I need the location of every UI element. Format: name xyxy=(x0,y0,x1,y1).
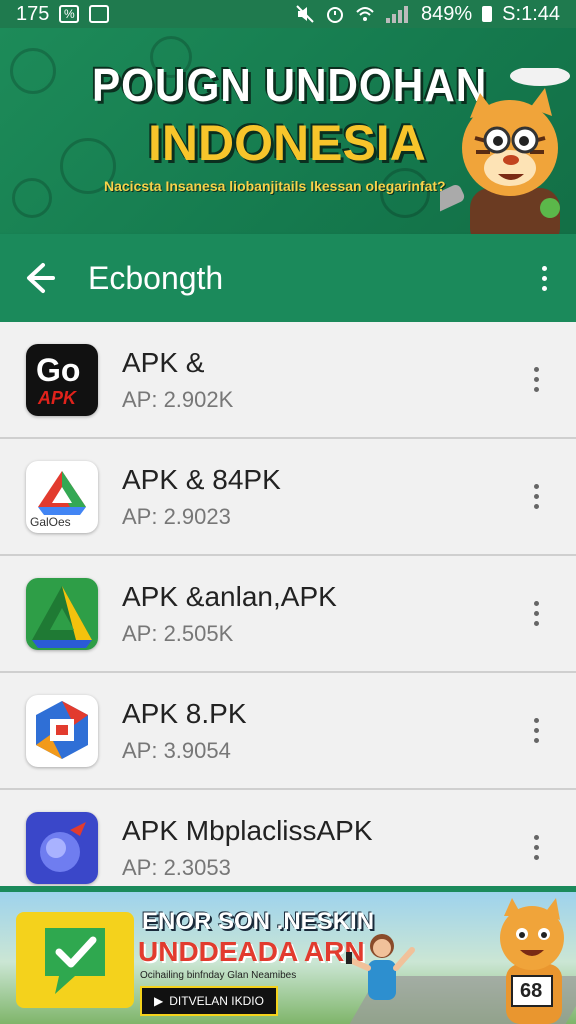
item-menu-button[interactable] xyxy=(524,477,548,517)
drive-triangle-icon xyxy=(26,577,98,650)
app-size: AP: 2.3053 xyxy=(122,854,231,880)
clock: S:1:44 xyxy=(502,2,560,25)
ad-banner[interactable]: ENOR SON .NESKIN UNDDEADA ARN Ocihailing… xyxy=(0,886,576,1024)
app-size: AP: 2.902K xyxy=(122,386,234,412)
ad-caption: Ocihailing binfnday Glan Neamibes xyxy=(140,970,297,981)
item-menu-button[interactable] xyxy=(524,828,548,868)
app-list: Go APK APK & AP: 2.902K GalOes APK & 84P… xyxy=(0,322,576,886)
tiger-mascot-icon xyxy=(440,68,570,234)
tiger-runner-icon xyxy=(500,898,564,1024)
ad-cta-label: DITVELAN IKDIO xyxy=(169,994,264,1008)
status-count: 175 xyxy=(16,2,50,25)
ad-logo xyxy=(16,912,134,1008)
app-name: APK &anlan,APK xyxy=(122,580,337,612)
ad-cta-button[interactable]: ▶ DITVELAN IKDIO xyxy=(140,986,278,1016)
list-item[interactable]: APK 8.PK AP: 3.9054 xyxy=(0,673,576,790)
app-name: APK & xyxy=(122,346,205,378)
list-item[interactable]: Go APK APK & AP: 2.902K xyxy=(0,322,576,439)
app-name: APK MbplaclissAPK xyxy=(122,814,373,846)
app-name: APK 8.PK xyxy=(122,697,247,729)
status-right: 849% S:1:44 xyxy=(295,3,560,26)
doodle-circle xyxy=(12,178,52,218)
list-item[interactable]: GalOes APK & 84PK AP: 2.9023 xyxy=(0,439,576,556)
overflow-menu-button[interactable] xyxy=(532,258,556,298)
signal-icon xyxy=(386,6,409,23)
doodle-circle xyxy=(10,48,56,94)
battery-icon xyxy=(482,6,493,22)
item-menu-button[interactable] xyxy=(524,711,548,751)
purple-planet-icon xyxy=(26,811,98,884)
back-button[interactable] xyxy=(20,258,60,298)
status-left: 175 % xyxy=(16,2,110,26)
wifi-icon xyxy=(356,7,374,21)
app-size: AP: 2.505K xyxy=(122,620,234,646)
app-bar: Ecbongth xyxy=(0,234,576,322)
back-arrow-icon xyxy=(27,263,55,293)
chat-check-icon xyxy=(45,928,105,994)
status-bar: 175 % 849% S:1:44 xyxy=(0,0,576,28)
page-title: Ecbongth xyxy=(88,259,224,296)
list-item[interactable]: APK &anlan,APK AP: 2.505K xyxy=(0,556,576,673)
promo-banner[interactable]: POUGN UNDOHAN INDONESIA Nacicsta Insanes… xyxy=(0,28,576,234)
go-apk-icon: Go APK xyxy=(26,343,98,416)
runner-girl-icon xyxy=(346,934,415,1000)
ad-top-band xyxy=(0,886,576,892)
percent-icon: % xyxy=(59,5,80,23)
alarm-icon xyxy=(327,7,344,23)
mute-icon xyxy=(296,5,314,23)
item-menu-button[interactable] xyxy=(524,594,548,634)
play-icon: ▶ xyxy=(154,994,164,1008)
screenshot-icon xyxy=(89,5,110,23)
app-size: AP: 3.9054 xyxy=(122,737,231,763)
battery-percent: 849% xyxy=(421,2,473,25)
item-menu-button[interactable] xyxy=(524,360,548,400)
app-name: APK & 84PK xyxy=(122,463,281,495)
race-bib-number: 68 xyxy=(520,980,543,1002)
colorful-hex-icon xyxy=(26,694,98,767)
app-size: AP: 2.9023 xyxy=(122,503,231,529)
galoes-icon: GalOes xyxy=(26,460,98,533)
ad-subheadline: UNDDEADA ARN xyxy=(138,936,365,967)
banner-tagline: Nacicsta Insanesa liobanjitails Ikessan … xyxy=(104,178,446,194)
list-item[interactable]: APK MbplaclissAPK AP: 2.3053 xyxy=(0,790,576,886)
banner-title: POUGN UNDOHAN xyxy=(92,59,488,111)
banner-subtitle: INDONESIA xyxy=(148,115,426,171)
